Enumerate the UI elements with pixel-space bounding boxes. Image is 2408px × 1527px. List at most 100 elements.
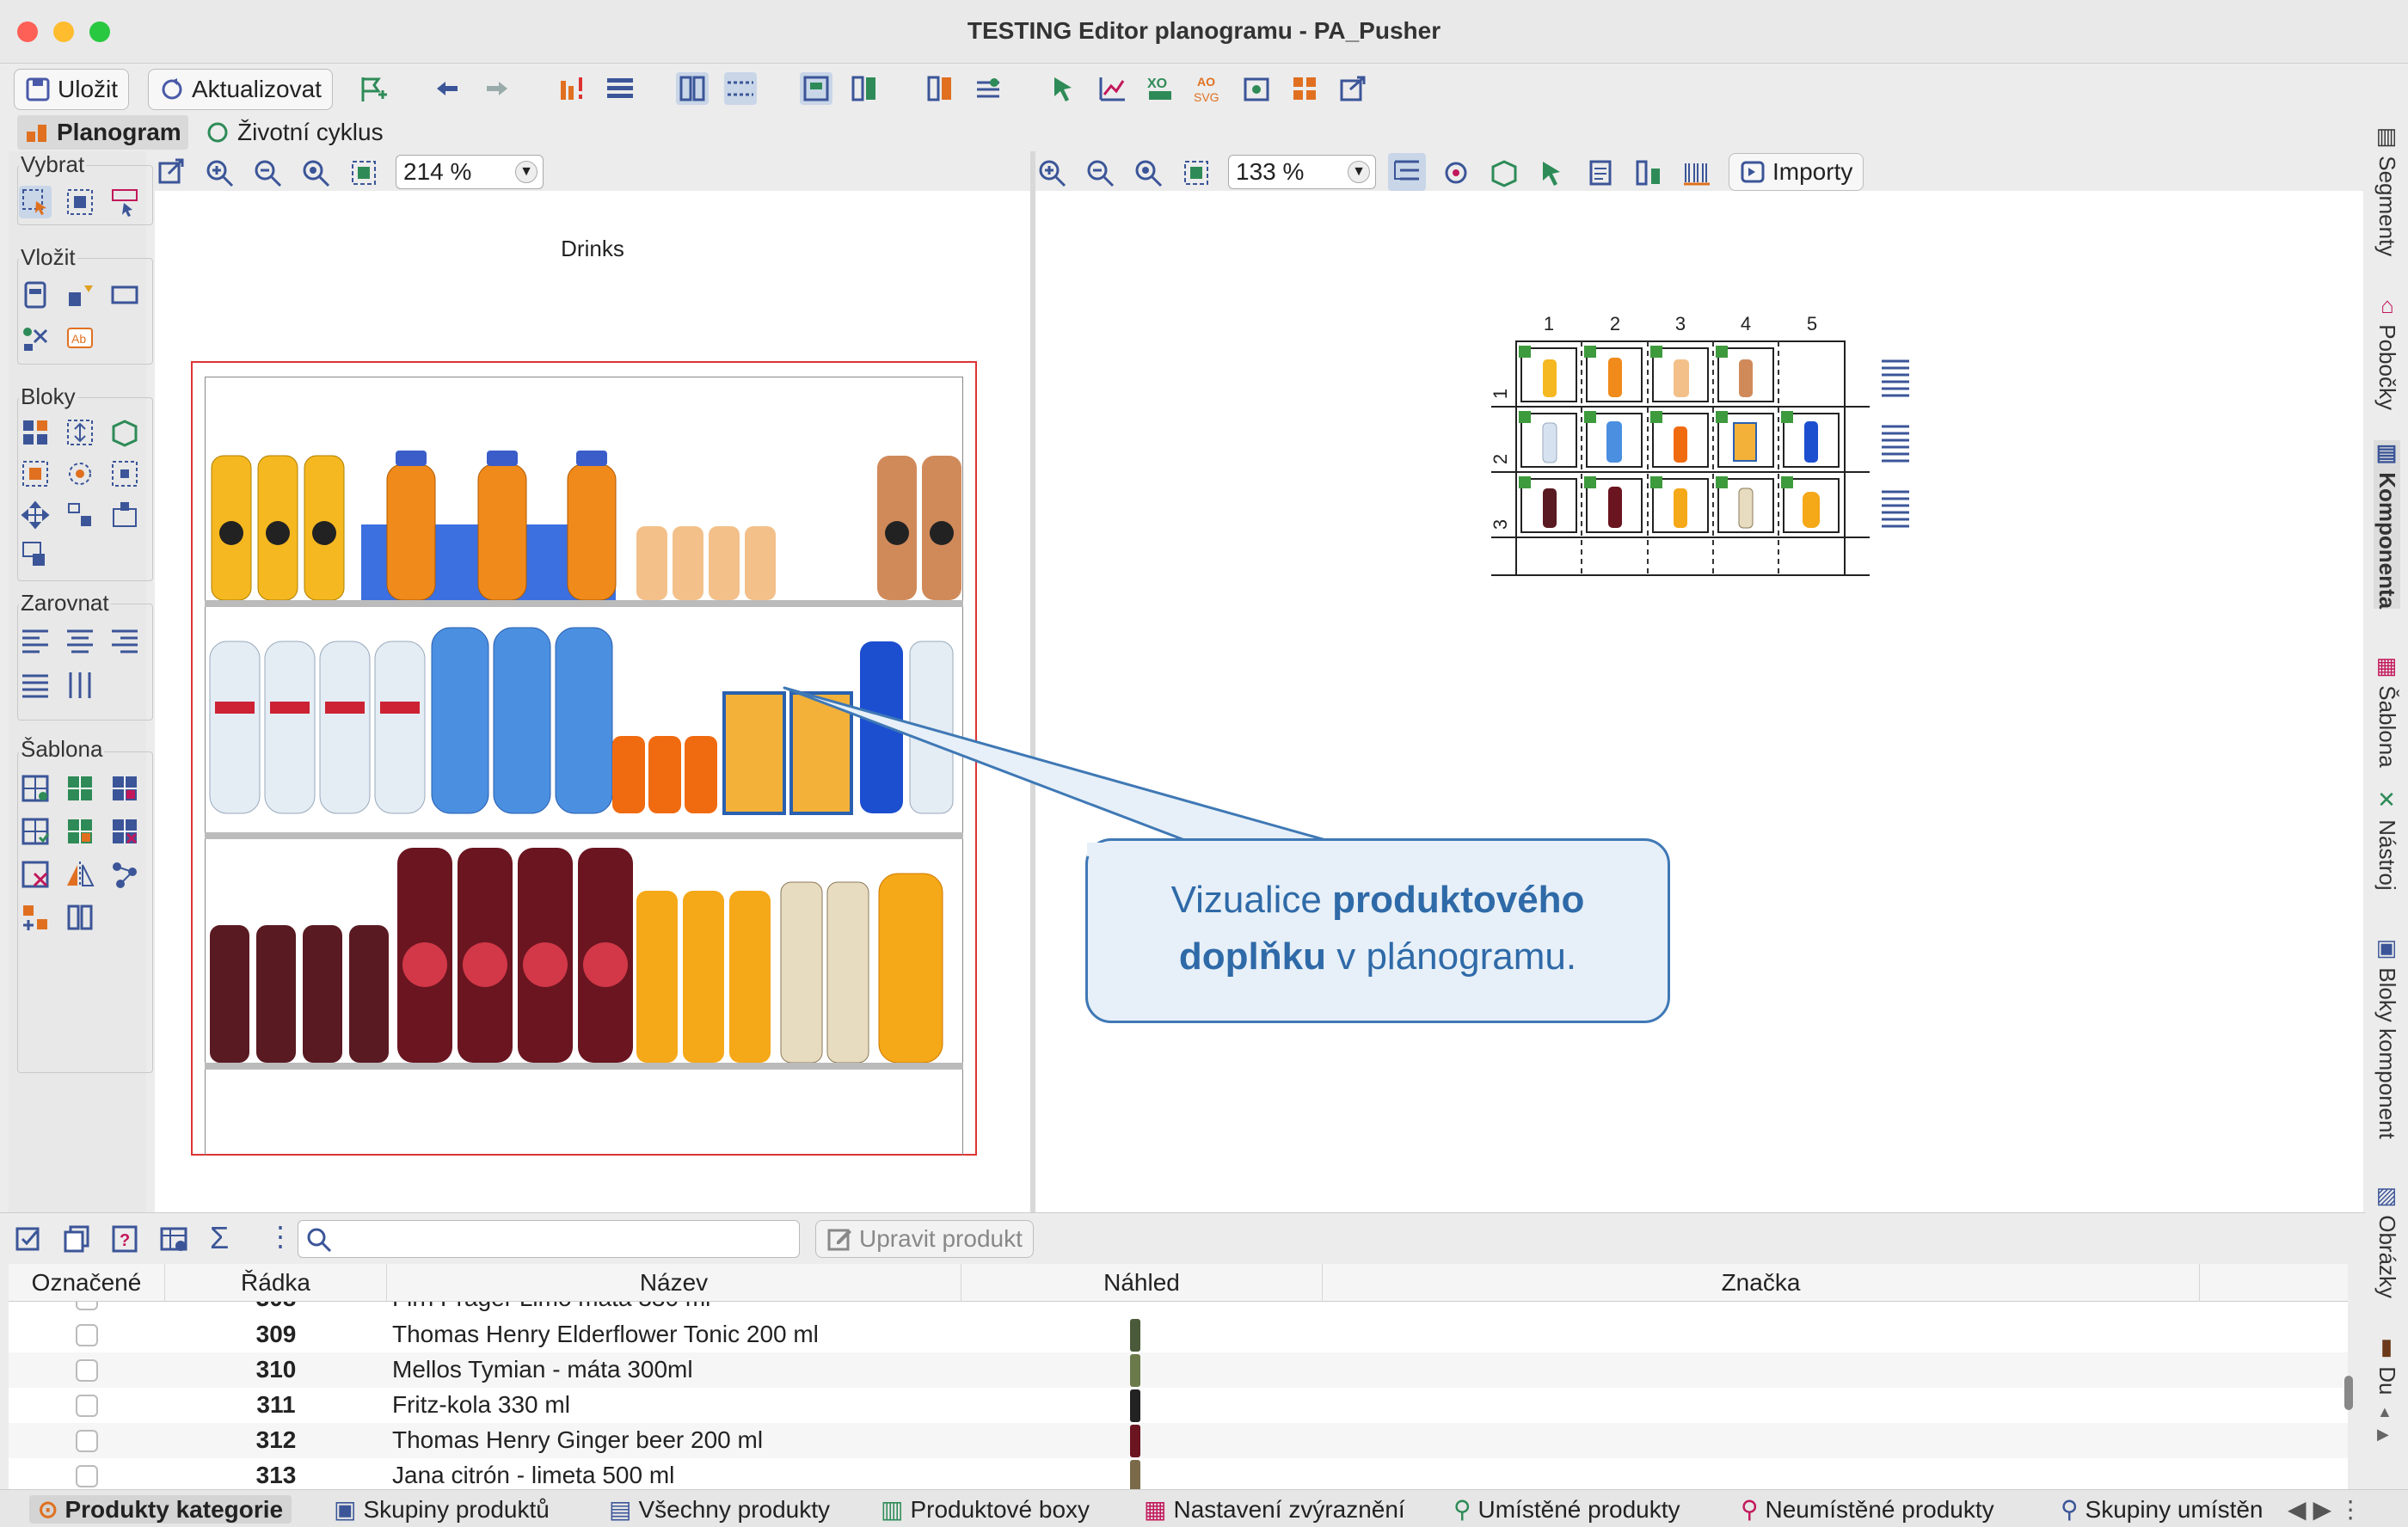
highlight-icon: ▦ [1144, 1496, 1167, 1523]
sidebar-tab-component-blocks[interactable]: ▣ Bloky komponent [2374, 935, 2400, 1139]
help-icon[interactable]: ? [110, 1223, 141, 1254]
table-row[interactable]: 309 Thomas Henry Elderflower Tonic 200 m… [9, 1317, 2348, 1352]
column-header-name[interactable]: Název [387, 1264, 961, 1302]
tab-product-boxes[interactable]: ▥ Produktové boxy [881, 1495, 1090, 1524]
home-icon: ⌂ [2374, 292, 2400, 325]
svg-text:?: ? [120, 1231, 130, 1250]
table-row[interactable]: 310 Mellos Tymian - máta 300ml [9, 1352, 2348, 1388]
sidebar-tab-component[interactable]: ▤ Komponenta [2374, 440, 2400, 610]
more-tabs-icon[interactable]: ⋮ [2338, 1495, 2362, 1524]
table-scrollbar[interactable] [2344, 1376, 2353, 1410]
segments-icon: ▥ [2374, 124, 2400, 156]
row-checkbox[interactable] [76, 1395, 98, 1417]
tab-category-products[interactable]: ⊙ Produkty kategorie [29, 1495, 292, 1524]
sidebar-tab-images[interactable]: ▨ Obrázky [2374, 1183, 2400, 1298]
row-number: 309 [255, 1321, 297, 1347]
blocks-icon: ▣ [2374, 935, 2400, 968]
row-name: Fritz-kola 330 ml [392, 1391, 570, 1418]
callout-bold-1: produktového [1332, 879, 1585, 921]
row-checkbox[interactable] [76, 1324, 98, 1346]
component-icon: ▤ [2374, 440, 2400, 473]
table-row[interactable]: 312 Thomas Henry Ginger beer 200 ml [9, 1423, 2348, 1458]
sum-icon[interactable]: Σ [210, 1220, 229, 1256]
table-body: 308 Firh Präger Limo máta 330 ml 309 Tho… [9, 1302, 2348, 1489]
pin-icon: ⚲ [1741, 1496, 1759, 1523]
sidebar-tab-branches[interactable]: ⌂ Pobočky [2374, 292, 2400, 410]
sidebar-tab-tool[interactable]: ✕ Nástroj [2374, 788, 2400, 891]
callout-text-1: Vizualice [1170, 879, 1333, 921]
row-checkbox[interactable] [76, 1430, 98, 1452]
row-preview-thumbnail [1130, 1389, 1140, 1422]
edit-product-label: Upravit produkt [859, 1225, 1023, 1252]
column-header-preview[interactable]: Náhled [961, 1264, 1323, 1302]
row-preview-thumbnail [1130, 1319, 1140, 1352]
pin-icon: ⚲ [1453, 1496, 1471, 1523]
tab-label: Neumístěné produkty [1765, 1495, 1994, 1523]
table-row[interactable]: 313 Jana citrón - limeta 500 ml [9, 1458, 2348, 1489]
row-number: 310 [255, 1356, 297, 1383]
pin-icon: ⚲ [2061, 1496, 2079, 1523]
copy-icon[interactable] [62, 1223, 93, 1254]
callout-annotation: Vizualice produktového doplňku v plánogr… [1085, 838, 1670, 1023]
edit-product-button[interactable]: Upravit produkt [815, 1220, 1034, 1258]
tab-all-products[interactable]: ▤ Všechny produkty [609, 1495, 830, 1524]
bottle-icon: ▮ [2374, 1334, 2400, 1367]
row-name: Mellos Tymian - máta 300ml [392, 1356, 693, 1383]
edit-icon [826, 1226, 852, 1252]
tab-highlight-settings[interactable]: ▦ Nastavení zvýraznění [1144, 1495, 1405, 1524]
sidebar-tab-label: Pobočky [2374, 324, 2400, 410]
sidebar-tab-label: Segmenty [2374, 156, 2400, 257]
column-header-row[interactable]: Řádka [165, 1264, 387, 1302]
chevron-right-icon[interactable]: ▶ [2313, 1495, 2332, 1524]
tab-label: Všechny produkty [638, 1495, 831, 1523]
row-name: Thomas Henry Ginger beer 200 ml [392, 1426, 764, 1453]
sidebar-tab-segments[interactable]: ▥ Segmenty [2374, 124, 2400, 256]
sidebar-scroll-down-icon[interactable]: ▶ [2377, 1426, 2389, 1444]
row-checkbox[interactable] [76, 1359, 98, 1382]
image-icon: ▨ [2374, 1183, 2400, 1216]
tab-label: Nastavení zvýraznění [1173, 1495, 1405, 1523]
row-name: Jana citrón - limeta 500 ml [392, 1462, 675, 1488]
column-header-brand[interactable]: Značka [1323, 1264, 2200, 1302]
row-number: 311 [256, 1391, 296, 1418]
tab-placement-groups[interactable]: ⚲ Skupiny umístěn [2061, 1495, 2264, 1524]
callout-joint [1087, 843, 1259, 856]
table-toolbar: ? Σ ⋮ Upravit produkt [0, 1212, 2365, 1264]
table-settings-icon[interactable] [158, 1223, 189, 1254]
tab-label: Skupiny produktů [363, 1495, 550, 1523]
callout-bold-2: doplňku [1178, 935, 1327, 978]
tab-label: Produktové boxy [910, 1495, 1090, 1523]
category-icon: ⊙ [38, 1496, 58, 1523]
row-checkbox[interactable] [76, 1302, 98, 1310]
search-input[interactable] [298, 1220, 800, 1258]
template-icon: ▦ [2374, 653, 2400, 686]
tab-product-groups[interactable]: ▣ Skupiny produktů [334, 1495, 550, 1524]
sidebar-tab-label: Šablona [2374, 685, 2400, 768]
tab-unplaced-products[interactable]: ⚲ Neumístěné produkty [1741, 1495, 1994, 1524]
sidebar-tab-label: Du [2374, 1366, 2400, 1395]
table-header: Označené Řádka Název Náhled Značka [9, 1264, 2348, 1302]
wrench-icon: ✕ [2374, 788, 2400, 820]
sidebar-tab-label: Obrázky [2374, 1215, 2400, 1299]
tab-scroll-controls[interactable]: ◀ ▶ ⋮ [2288, 1495, 2362, 1524]
sidebar-tab-du[interactable]: ▮ Du [2374, 1334, 2400, 1395]
table-row[interactable]: 308 Firh Präger Limo máta 330 ml [9, 1302, 2348, 1316]
app-window: TESTING Editor planogramu - PA_Pusher Ul… [0, 0, 2408, 1527]
row-checkbox[interactable] [76, 1465, 98, 1487]
sidebar-tab-label: Bloky komponent [2374, 967, 2400, 1139]
row-name: Firh Präger Limo máta 330 ml [392, 1302, 710, 1312]
table-row[interactable]: 311 Fritz-kola 330 ml [9, 1388, 2348, 1423]
tab-placed-products[interactable]: ⚲ Umístěné produkty [1453, 1495, 1680, 1524]
boxes-icon: ▥ [881, 1496, 904, 1523]
sidebar-tab-label: Nástroj [2374, 819, 2400, 891]
column-header-marked[interactable]: Označené [9, 1264, 165, 1302]
tab-label: Produkty kategorie [64, 1495, 284, 1523]
row-preview-thumbnail [1130, 1460, 1140, 1489]
tab-label: Skupiny umístěn [2085, 1495, 2264, 1523]
chevron-left-icon[interactable]: ◀ [2288, 1495, 2307, 1524]
more-options-icon[interactable]: ⋮ [267, 1220, 294, 1253]
check-all-icon[interactable] [14, 1223, 45, 1254]
row-number: 308 [165, 1302, 387, 1312]
sidebar-tab-template[interactable]: ▦ Šablona [2374, 653, 2400, 768]
sidebar-scroll-up-icon[interactable]: ▲ [2377, 1403, 2393, 1421]
